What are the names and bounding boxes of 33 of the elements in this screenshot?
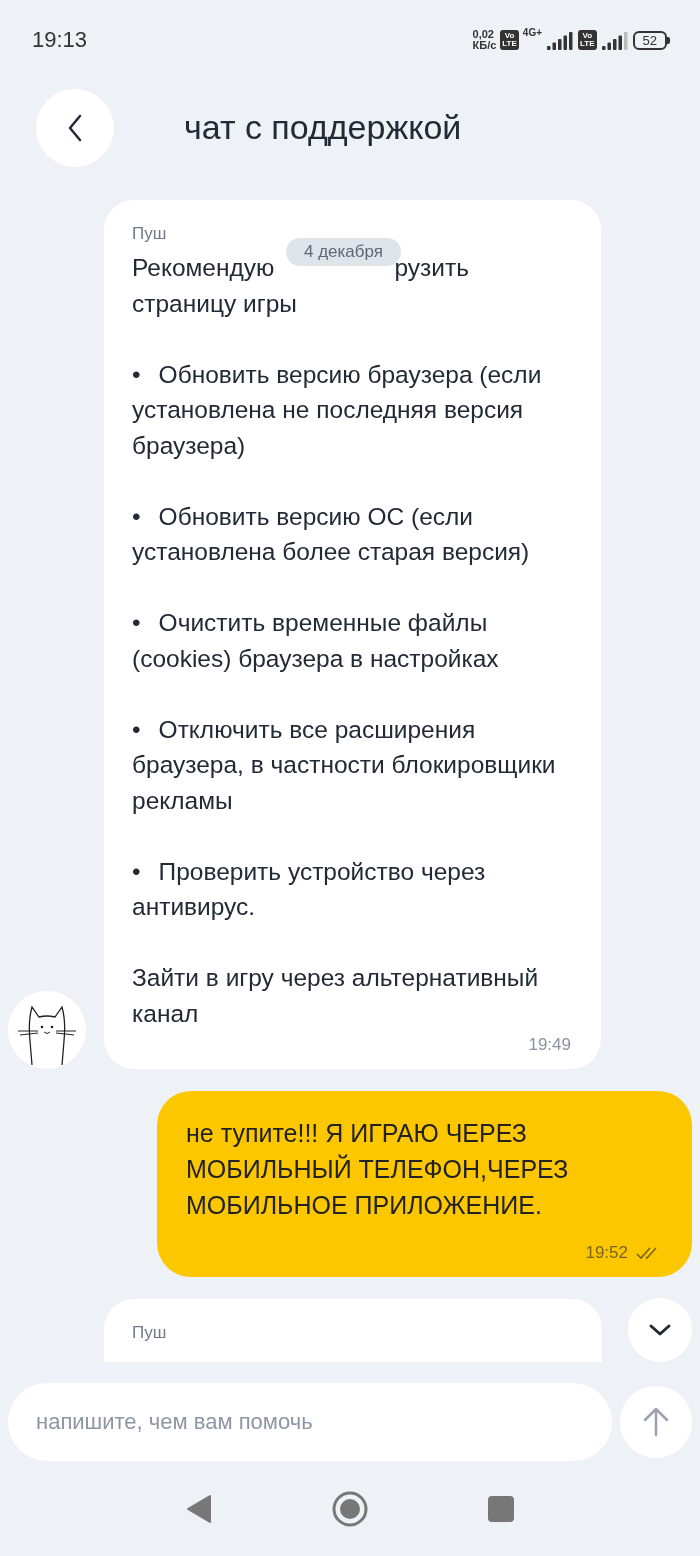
clock-time: 19:13 [32,27,88,53]
speed-unit: КБ/с [472,40,497,51]
signal-icon [600,30,629,50]
volte-badge: Vo LTE [500,30,519,50]
signal-icon [546,30,574,50]
message-time: 19:52 [585,1243,628,1263]
square-icon [488,1496,514,1522]
message-text: Зайти в игру через альтернативный канал [132,963,540,1029]
chevron-down-icon [648,1323,672,1337]
battery-indicator: 52 [632,30,670,50]
volte-badge: Vo LTE [578,30,597,50]
triangle-back-icon [186,1494,212,1524]
bullet-item: • Обновить версию ОС (если установлена более старая версия) [132,501,531,567]
home-button[interactable] [332,1491,368,1527]
bullet-item: • Отключить все расширения браузера, в частности блокировщики рекламы [132,714,557,816]
sender-name: Пуш [132,1323,168,1343]
message-text: не тупите!!! Я ИГРАЮ ЧЕРЕЗ МОБИЛЬНЫЙ ТЕЛЕФОН,ЧЕРЕЗ МОБИЛЬНОЕ ПРИЛОЖЕНИЕ. [186,1118,570,1221]
chat-title: чат с поддержкой [184,108,462,147]
sender-name: Пуш [132,224,168,244]
message-time: 19:49 [527,1035,571,1055]
bullet-item: • Проверить устройство через антивирус. [132,856,487,922]
bullet-item: • Обновить версию браузера (если установлена не последняя версия браузера) [132,359,543,461]
arrow-up-icon [643,1407,669,1437]
bullet-item: • Очистить временные файлы (cookies) браузера в настройках [132,608,500,674]
home-circle-icon [332,1491,368,1527]
recents-button[interactable] [488,1496,514,1522]
nav-back-button[interactable] [186,1494,212,1524]
back-icon [67,113,83,142]
message-input[interactable]: напишите, чем вам помочь [8,1383,612,1461]
speed-value: 0,02 [472,29,495,40]
network-type: 4G+ [522,27,542,38]
message-text: Рекомендую [132,253,275,283]
message-text: страницу игры [132,288,298,319]
